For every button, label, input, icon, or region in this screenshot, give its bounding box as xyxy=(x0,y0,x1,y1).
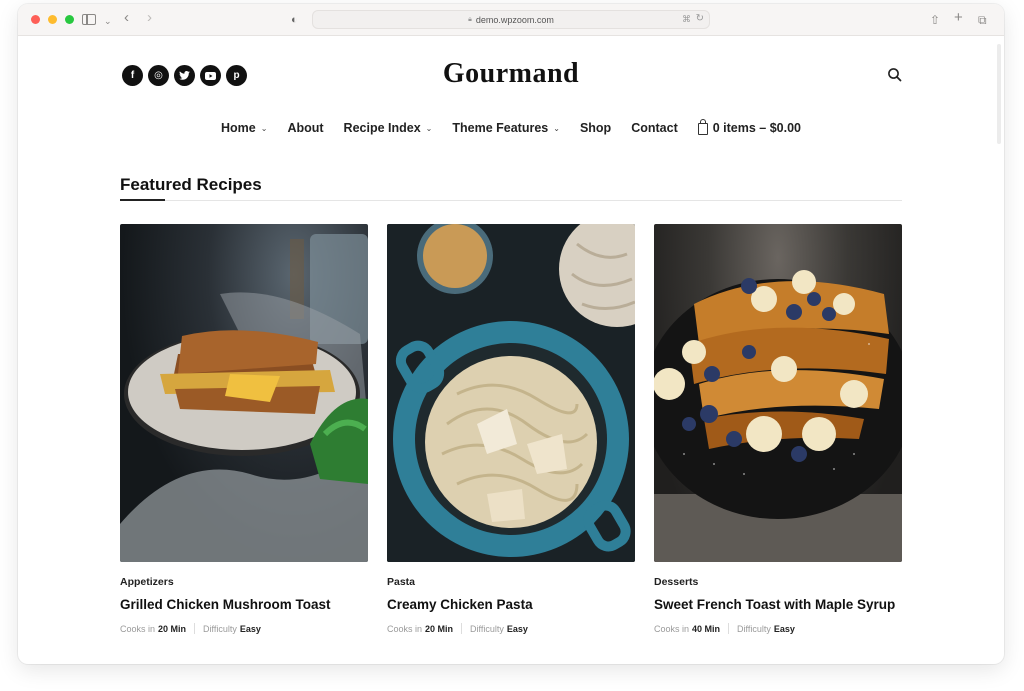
recipe-title[interactable]: Creamy Chicken Pasta xyxy=(387,597,635,612)
site-logo[interactable]: Gourmand xyxy=(18,58,1004,90)
window-controls xyxy=(31,15,74,24)
recipe-category[interactable]: Pasta xyxy=(387,576,635,588)
new-tab-icon[interactable]: + xyxy=(954,10,963,26)
nav-item-recipe-index[interactable]: Recipe Index ⌄ xyxy=(344,121,433,135)
web-page: f ◎ p Gourmand Home ⌄ About Recipe Index… xyxy=(18,37,1004,664)
tab-overview-icon[interactable]: ⧉ xyxy=(978,12,987,28)
recipe-title[interactable]: Sweet French Toast with Maple Syrup xyxy=(654,597,902,612)
url-text: demo.wpzoom.com xyxy=(475,14,554,25)
section-divider-accent xyxy=(120,199,165,201)
recipe-image[interactable] xyxy=(120,224,368,562)
chevron-down-icon: ⌄ xyxy=(553,123,560,133)
nav-item-contact[interactable]: Contact xyxy=(631,121,678,135)
nav-item-label: Recipe Index xyxy=(343,121,421,135)
section-divider xyxy=(120,200,902,201)
browser-window: ⌄ ‹ › ◐ 🔒︎ demo.wpzoom.com ⌘ ↻ ⇧ + ⧉ f ◎ xyxy=(18,4,1004,664)
recipe-meta: Cooks in 40 Min Difficulty Easy xyxy=(654,623,902,634)
minimize-window-button[interactable] xyxy=(48,15,57,24)
recipe-card: Appetizers Grilled Chicken Mushroom Toas… xyxy=(120,224,368,634)
forward-icon[interactable]: › xyxy=(147,10,152,26)
chevron-down-icon[interactable]: ⌄ xyxy=(104,13,112,29)
recipe-title[interactable]: Grilled Chicken Mushroom Toast xyxy=(120,597,368,612)
difficulty-value: Easy xyxy=(506,623,528,634)
difficulty-label: Difficulty xyxy=(737,623,771,634)
nav-item-label: Home xyxy=(221,121,256,135)
cook-time-value: 20 Min xyxy=(158,623,187,634)
meta-divider xyxy=(461,623,463,634)
cook-time-label: Cooks in xyxy=(654,623,690,634)
privacy-shield-icon[interactable]: ◐ xyxy=(291,12,298,28)
nav-item-home[interactable]: Home ⌄ xyxy=(221,121,267,135)
difficulty-value: Easy xyxy=(773,623,795,634)
search-icon[interactable] xyxy=(887,67,903,83)
chevron-down-icon: ⌄ xyxy=(260,123,268,133)
recipe-image[interactable] xyxy=(387,224,635,562)
nav-item-label: Theme Features xyxy=(452,121,549,135)
difficulty-label: Difficulty xyxy=(470,623,504,634)
main-navigation: Home ⌄ About Recipe Index ⌄ Theme Featur… xyxy=(18,119,1004,135)
difficulty-value: Easy xyxy=(239,623,261,634)
nav-item-about[interactable]: About xyxy=(287,121,323,135)
back-icon[interactable]: ‹ xyxy=(124,10,129,26)
meta-divider xyxy=(194,623,196,634)
recipe-image[interactable] xyxy=(654,224,902,562)
address-bar[interactable]: 🔒︎ demo.wpzoom.com ⌘ ↻ xyxy=(312,10,710,29)
difficulty-label: Difficulty xyxy=(203,623,237,634)
chevron-down-icon: ⌄ xyxy=(425,123,433,133)
meta-divider xyxy=(728,623,730,634)
cook-time-value: 40 Min xyxy=(692,623,721,634)
recipe-meta: Cooks in 20 Min Difficulty Easy xyxy=(387,623,635,634)
cook-time-label: Cooks in xyxy=(387,623,423,634)
share-icon[interactable]: ⇧ xyxy=(930,12,940,28)
recipe-card: Pasta Creamy Chicken Pasta Cooks in 20 M… xyxy=(387,224,635,634)
sidebar-toggle-icon[interactable] xyxy=(82,14,96,25)
shopping-bag-icon xyxy=(697,119,708,135)
close-window-button[interactable] xyxy=(31,15,40,24)
recipe-meta: Cooks in 20 Min Difficulty Easy xyxy=(120,623,368,634)
cart-link[interactable]: 0 items – $0.00 xyxy=(697,119,801,135)
browser-toolbar: ⌄ ‹ › ◐ 🔒︎ demo.wpzoom.com ⌘ ↻ ⇧ + ⧉ xyxy=(18,4,1004,36)
site-header: f ◎ p Gourmand xyxy=(18,37,1004,109)
cook-time-label: Cooks in xyxy=(120,623,156,634)
cart-summary: 0 items – $0.00 xyxy=(712,121,801,135)
lock-icon: 🔒︎ xyxy=(468,15,472,23)
recipe-card: Desserts Sweet French Toast with Maple S… xyxy=(654,224,902,634)
nav-item-label: About xyxy=(287,121,324,135)
section-title: Featured Recipes xyxy=(120,175,262,194)
nav-item-label: Contact xyxy=(631,121,678,135)
translate-icon[interactable]: ⌘ xyxy=(682,14,691,25)
maximize-window-button[interactable] xyxy=(65,15,74,24)
nav-item-shop[interactable]: Shop xyxy=(580,121,611,135)
recipe-category[interactable]: Appetizers xyxy=(120,576,368,588)
recipe-category[interactable]: Desserts xyxy=(654,576,902,588)
featured-recipes-grid: Appetizers Grilled Chicken Mushroom Toas… xyxy=(120,224,902,634)
cook-time-value: 20 Min xyxy=(425,623,454,634)
reload-icon[interactable]: ↻ xyxy=(696,13,704,24)
nav-item-label: Shop xyxy=(579,121,612,135)
nav-item-theme-features[interactable]: Theme Features ⌄ xyxy=(452,121,560,135)
